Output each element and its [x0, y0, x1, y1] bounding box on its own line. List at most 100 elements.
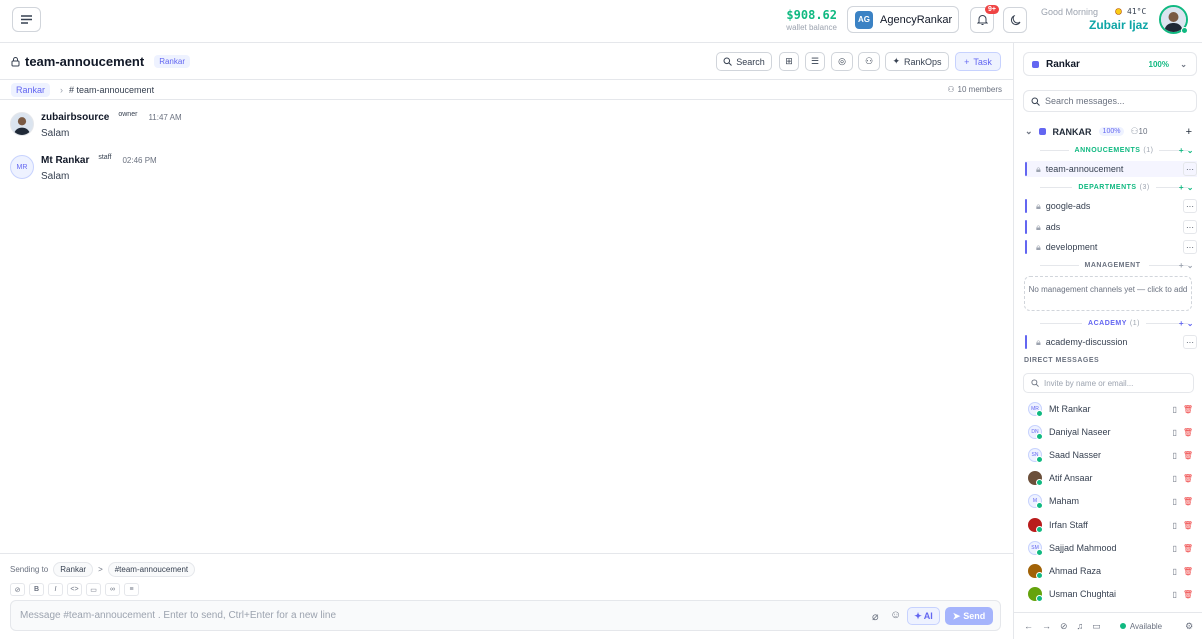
dm-item[interactable]: Atif Ansaar ▯ 🗑︎ [1028, 470, 1193, 486]
breadcrumb-workspace[interactable]: Rankar [11, 82, 51, 97]
target-button[interactable]: ◎ [831, 52, 853, 71]
section-actions[interactable]: + ⌄ [1179, 183, 1194, 192]
menu-button[interactable] [12, 7, 41, 32]
trash-icon[interactable]: 🗑︎ [1183, 428, 1193, 437]
section-annoucements[interactable]: ANNOUCEMENTS (1) + ⌄ [1034, 146, 1194, 155]
trash-icon[interactable]: 🗑︎ [1183, 567, 1193, 576]
section-management[interactable]: MANAGEMENT + ⌄ [1034, 261, 1194, 270]
wallet-balance: $908.62 wallet balance [786, 8, 837, 32]
dm-name: Daniyal Naseer [1049, 427, 1111, 437]
ai-label: AI [923, 611, 933, 621]
channel-item-team-annoucement[interactable]: 🔒︎ team-annoucement ··· [1025, 161, 1197, 177]
status-selector[interactable]: Available [1119, 622, 1162, 631]
italic-icon[interactable]: I [48, 583, 63, 596]
section-name: ANNOUCEMENTS [1074, 147, 1141, 154]
section-academy[interactable]: ACADEMY (1) + ⌄ [1034, 319, 1194, 328]
trash-icon[interactable]: 🗑︎ [1183, 497, 1193, 506]
list-view-button[interactable]: ☰ [805, 52, 825, 71]
agency-switcher[interactable]: AG AgencyRankar [847, 6, 959, 33]
member-count[interactable]: ⚇ 10 members [947, 85, 1002, 94]
trash-icon[interactable]: 🗑︎ [1183, 521, 1193, 530]
arrow-left-icon[interactable]: ← [1024, 621, 1033, 631]
gear-icon[interactable]: ⚙ [1185, 621, 1193, 632]
search-button[interactable]: Search [716, 52, 772, 71]
emoji-icon[interactable]: ☺ [890, 609, 901, 621]
quote-icon[interactable]: ▭ [86, 583, 101, 596]
dm-item[interactable]: SM Sajjad Mahmood ▯ 🗑︎ [1028, 540, 1193, 556]
dm-item[interactable]: DN Daniyal Naseer ▯ 🗑︎ [1028, 424, 1193, 440]
sidebar-search-input[interactable]: Search messages... [1023, 90, 1197, 112]
lock-icon: 🔒︎ [1036, 163, 1041, 174]
channel-item-google-ads[interactable]: 🔒︎ google-ads ··· [1025, 198, 1197, 214]
notifications-button[interactable]: 9+ [970, 5, 999, 33]
management-empty-state[interactable]: No management channels yet — click to ad… [1024, 276, 1192, 311]
rankops-button[interactable]: ✦ RankOps [885, 52, 949, 71]
message-input[interactable]: Message #team-annoucement . Enter to sen… [10, 600, 1001, 631]
bell-icon [976, 15, 988, 25]
trash-icon[interactable]: 🗑︎ [1183, 544, 1193, 553]
bookmark-icon[interactable]: ▯ [1172, 590, 1176, 599]
bookmark-icon[interactable]: ▯ [1172, 474, 1176, 483]
channel-item-development[interactable]: 🔒︎ development ··· [1025, 239, 1197, 255]
dm-item[interactable]: SN Saad Nasser ▯ 🗑︎ [1028, 447, 1193, 463]
dm-item[interactable]: Ahmad Raza ▯ 🗑︎ [1028, 563, 1193, 579]
more-icon[interactable]: ··· [1183, 335, 1197, 349]
search-placeholder: Search messages... [1045, 96, 1125, 106]
invite-input[interactable]: Invite by name or email... [1023, 373, 1194, 393]
channel-item-academy-discussion[interactable]: 🔒︎ academy-discussion ··· [1025, 334, 1197, 350]
workspace-selector[interactable]: Rankar 100% ⌄ [1023, 52, 1197, 76]
inbox-icon[interactable]: ▭ [1092, 621, 1101, 632]
channel-item-ads[interactable]: 🔒︎ ads ··· [1025, 219, 1197, 235]
trash-icon[interactable]: 🗑︎ [1183, 405, 1193, 414]
members-button[interactable]: ⚇ [858, 52, 880, 71]
attach-icon[interactable]: ⌀ [872, 610, 879, 623]
bell-icon[interactable]: ♫ [1077, 621, 1084, 631]
list-icon[interactable]: ≡ [124, 583, 139, 596]
grid-view-button[interactable]: ⊞ [779, 52, 799, 71]
target-channel-chip[interactable]: #team-annoucement [107, 562, 196, 577]
bookmark-icon[interactable]: ▯ [1172, 451, 1176, 460]
ai-button[interactable]: ✦ AI [907, 607, 940, 625]
users-icon: ⚇ [864, 56, 874, 66]
bold-icon[interactable]: B [29, 583, 44, 596]
more-icon[interactable]: ··· [1183, 162, 1197, 176]
code-icon[interactable]: <> [67, 583, 82, 596]
add-task-button[interactable]: + Task [955, 52, 1001, 71]
dm-item[interactable]: Usman Chughtai ▯ 🗑︎ [1028, 586, 1193, 602]
target-workspace-chip[interactable]: Rankar [53, 562, 94, 577]
trash-icon[interactable]: 🗑︎ [1183, 451, 1193, 460]
more-icon[interactable]: ··· [1183, 199, 1197, 213]
dm-name: Sajjad Mahmood [1049, 543, 1117, 553]
hide-icon[interactable]: ⊘ [10, 583, 25, 596]
dm-item[interactable]: MR Mt Rankar ▯ 🗑︎ [1028, 401, 1193, 417]
message-author[interactable]: Mt Rankar [41, 155, 89, 166]
workspace-group-row[interactable]: ⌄ RANKAR 100% ⚇ 10 + [1025, 126, 1195, 138]
arrow-right-icon[interactable]: → [1042, 621, 1051, 631]
group-pct: 100% [1098, 127, 1125, 136]
bookmark-icon[interactable]: ▯ [1172, 521, 1176, 530]
more-icon[interactable]: ··· [1183, 220, 1197, 234]
add-icon[interactable]: + [1186, 126, 1192, 138]
section-count: (1) [1129, 320, 1140, 327]
message-author[interactable]: zubairbsource [41, 112, 109, 123]
eye-off-icon[interactable]: ⊘ [1060, 621, 1068, 632]
dm-item[interactable]: M Maham ▯ 🗑︎ [1028, 493, 1193, 509]
bookmark-icon[interactable]: ▯ [1172, 544, 1176, 553]
link-icon[interactable]: ∞ [105, 583, 120, 596]
dm-item[interactable]: Irfan Staff ▯ 🗑︎ [1028, 517, 1193, 533]
trash-icon[interactable]: 🗑︎ [1183, 590, 1193, 599]
bookmark-icon[interactable]: ▯ [1172, 428, 1176, 437]
section-actions[interactable]: + ⌄ [1179, 319, 1194, 328]
section-actions[interactable]: + ⌄ [1179, 146, 1194, 155]
section-departments[interactable]: DEPARTMENTS (3) + ⌄ [1034, 183, 1194, 192]
trash-icon[interactable]: 🗑︎ [1183, 474, 1193, 483]
section-actions[interactable]: + ⌄ [1179, 261, 1194, 270]
send-button[interactable]: ➤ Send [945, 607, 993, 625]
channel-label: development [1045, 242, 1098, 252]
more-icon[interactable]: ··· [1183, 240, 1197, 254]
bookmark-icon[interactable]: ▯ [1172, 405, 1176, 414]
weather: 41°C [1113, 6, 1146, 17]
bookmark-icon[interactable]: ▯ [1172, 567, 1176, 576]
theme-toggle[interactable] [1003, 7, 1027, 33]
bookmark-icon[interactable]: ▯ [1172, 497, 1176, 506]
